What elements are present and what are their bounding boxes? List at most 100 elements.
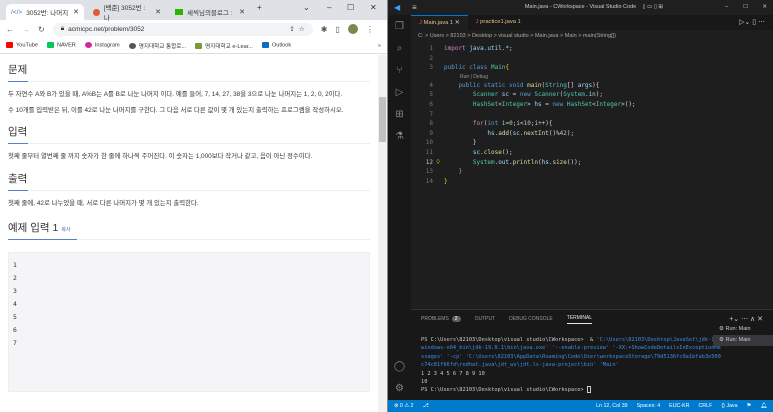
bookmark-instagram[interactable]: Instagram [84, 42, 120, 49]
code-token: sc [501, 91, 510, 99]
account-icon[interactable]: ◯ [388, 355, 411, 377]
code-editor[interactable]: 1 import java.util.*; 2 3 public class Main{… [411, 42, 763, 307]
code-token: } [444, 139, 477, 147]
minimize-button[interactable]: – [327, 3, 331, 12]
code-line[interactable]: for(int i=0;i<10;i++){ [444, 120, 553, 127]
browser-tab-active[interactable]: /</> 3052번: 나머지 ✕ [6, 4, 84, 20]
bookmark-mju-elearning[interactable]: 명지대학교 e-Lear... [195, 42, 253, 50]
tab-terminal[interactable]: TERMINAL [566, 315, 593, 324]
forward-icon[interactable]: → [22, 25, 30, 34]
code-token: String [545, 81, 567, 89]
code-token: Integer [501, 101, 528, 108]
close-tab-icon[interactable]: ✕ [455, 20, 460, 26]
problems-status[interactable]: ⊗ 0 ⚠ 2 [394, 403, 414, 409]
settings-gear-icon[interactable]: ⚙ [388, 377, 411, 399]
code-line[interactable]: import java.util.*; [444, 45, 513, 52]
terminal-item[interactable]: ⚙ Run: Main [713, 335, 773, 346]
close-tab-icon[interactable]: ✕ [239, 8, 245, 16]
url-input[interactable]: 🔒︎ acmicpc.net/problem/3052 ⇪ ☆ [52, 22, 313, 36]
code-token: HashSet [566, 101, 593, 108]
address-bar: ← → ↻ 🔒︎ acmicpc.net/problem/3052 ⇪ ☆ ✱ ▯ ⋮ [0, 20, 387, 38]
sidebar-icon[interactable]: ▯ [335, 25, 339, 34]
code-line[interactable]: hs.add(sc.nextInt()%42); [444, 130, 574, 137]
tab-practice1-java[interactable]: J practice1.java 1 [468, 15, 529, 30]
close-tab-icon[interactable]: ✕ [155, 8, 161, 16]
output-text: 첫째 줄에, 42로 나누었을 때, 서로 다른 나머지가 몇 개 있는지 출력… [8, 200, 199, 207]
cursor-position[interactable]: Ln 12, Col 39 [596, 403, 628, 409]
search-icon[interactable]: ⌕ [388, 37, 411, 59]
explorer-icon[interactable]: ❐ [388, 15, 411, 37]
layout-icons[interactable]: ▯ ▭ ▯ ⊞ [643, 0, 663, 15]
minimize-button[interactable]: – [725, 0, 728, 15]
code-line[interactable]: HashSet<Integer> hs = new HashSet<Intege… [444, 101, 636, 108]
tab-output[interactable]: OUTPUT [475, 316, 496, 322]
bookmark-outlook[interactable]: Outlook [261, 42, 291, 49]
vscode-window: ◀ ≡ Main.java - CWorkspace - Visual Stud… [388, 0, 773, 412]
indentation[interactable]: Spaces: 4 [637, 403, 661, 409]
extensions-icon[interactable]: ✱ [321, 25, 328, 34]
line-number: 9 [429, 129, 433, 137]
encoding[interactable]: EUC-KR [669, 403, 689, 409]
line-number: 1 [429, 45, 433, 52]
line-number: 13 [425, 168, 433, 176]
browser-tab[interactable]: 세씩님의블로그 : ✕ [170, 4, 250, 20]
terminal-item[interactable]: ⚙ Run: Main [713, 324, 773, 335]
favicon-icon [93, 8, 100, 16]
browser-tab[interactable]: [백준] 3052번 : 나 ✕ [88, 4, 166, 22]
code-token: (); [501, 149, 513, 156]
breadcrumb[interactable]: C: > Users > 82103 > Desktop > visual st… [418, 30, 616, 42]
new-tab-button[interactable]: + [257, 3, 262, 12]
page-scrollbar[interactable] [378, 55, 387, 412]
line-number: 11 [425, 149, 433, 156]
code-token: public static void [444, 81, 528, 89]
close-window-button[interactable]: ✕ [762, 0, 767, 15]
run-debug-icon[interactable]: ▷ [388, 81, 411, 103]
menu-icon[interactable]: ≡ [412, 0, 417, 15]
run-split-more-icons[interactable]: ▷⌄ ▯ ⋯ [739, 15, 773, 30]
copy-link[interactable]: 복사 [61, 227, 70, 233]
source-control-icon[interactable]: ⑂ [388, 59, 411, 81]
panel-actions-icons[interactable]: +⌄ ⋯ ∧ ✕ [729, 315, 763, 323]
notifications-icon[interactable]: 🔔︎ [760, 403, 767, 409]
tab-search-icon[interactable]: ⌄ [303, 3, 310, 12]
bookmark-mju-portal[interactable]: 명지대학교 통합로... [128, 42, 186, 50]
tab-main-java[interactable]: J Main.java 1 ✕ [411, 15, 468, 30]
code-line[interactable]: } [444, 168, 462, 175]
lightbulb-icon[interactable]: 💡︎ [436, 159, 440, 167]
bookmark-youtube[interactable]: YouTube [6, 42, 38, 49]
avatar[interactable] [347, 24, 358, 34]
code-line[interactable]: public static void main(String[] args){ [444, 82, 599, 89]
terminal-output[interactable]: PS C:\Users\82103\Desktop\visual studio\… [421, 336, 721, 395]
scrollbar-thumb[interactable] [379, 97, 386, 142]
feedback-icon[interactable]: ⚑ [747, 403, 752, 409]
code-line[interactable]: } [444, 139, 477, 146]
menu-icon[interactable]: ⋮ [366, 25, 374, 34]
remote-icon[interactable]: ⎇ [423, 403, 429, 409]
status-bar: ⊗ 0 ⚠ 2 ⎇ Ln 12, Col 39 Spaces: 4 EUC-KR… [388, 400, 773, 412]
testing-icon[interactable]: ⚗ [388, 125, 411, 147]
codelens-run-debug[interactable]: Run | Debug [460, 74, 488, 80]
share-icon[interactable]: ⇪ [289, 25, 294, 33]
more-bookmarks-icon[interactable]: » [378, 43, 381, 49]
extensions-icon[interactable]: ⊞ [388, 103, 411, 125]
reload-icon[interactable]: ↻ [38, 25, 45, 34]
back-icon[interactable]: ← [6, 25, 14, 34]
code-line[interactable]: public class Main{ [444, 64, 509, 71]
bottom-panel: PROBLEMS 2 OUTPUT DEBUG CONSOLE TERMINAL … [411, 309, 773, 400]
maximize-button[interactable]: ☐ [743, 0, 748, 15]
code-line[interactable]: sc.close(); [444, 149, 513, 156]
code-token: [] [566, 81, 578, 89]
code-token: nextInt [523, 129, 549, 137]
tab-problems[interactable]: PROBLEMS 2 [421, 316, 461, 322]
bookmark-naver[interactable]: NAVER [46, 42, 76, 49]
maximize-button[interactable]: ☐ [347, 3, 354, 12]
code-line[interactable]: System.out.println(hs.size()); [444, 159, 581, 166]
code-line[interactable]: Scanner sc = new Scanner(System.in); [444, 91, 603, 98]
language-mode[interactable]: {} Java [721, 403, 737, 409]
close-tab-icon[interactable]: ✕ [73, 8, 79, 16]
line-ending[interactable]: CRLF [698, 403, 712, 409]
star-icon[interactable]: ☆ [299, 25, 305, 33]
code-line[interactable]: } [444, 178, 448, 185]
close-window-button[interactable]: ✕ [370, 3, 377, 12]
tab-debug-console[interactable]: DEBUG CONSOLE [509, 316, 553, 322]
